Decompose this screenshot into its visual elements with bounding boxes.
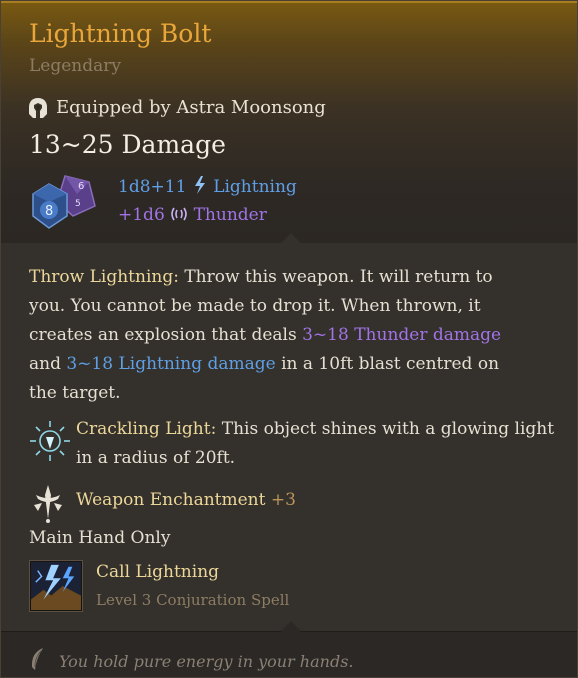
thunder-icon — [171, 207, 187, 221]
enchantment-value: +3 — [270, 490, 296, 510]
damage-roll-dice: +1d6 — [118, 205, 165, 225]
ability-text: in a 10ft blast centred on — [275, 354, 500, 374]
lightning-damage-text: 3~18 Lightning damage — [66, 354, 276, 374]
ability-text: creates an explosion that deals — [29, 325, 303, 345]
flavor-text: You hold pure energy in your hands. — [59, 652, 354, 671]
feather-icon — [31, 648, 43, 670]
property-description: Crackling Light: This object shines with… — [76, 415, 554, 473]
property-name: Crackling Light: — [76, 419, 217, 439]
ability-name: Throw Lightning: — [29, 267, 179, 287]
dice-icon: 6 5 8 — [32, 175, 96, 229]
lightning-icon — [194, 176, 205, 194]
crackling-light-icon — [30, 421, 70, 461]
damage-type-label: Thunder — [193, 205, 267, 225]
ability-text: the target. — [29, 383, 121, 403]
item-name: Lightning Bolt — [29, 19, 212, 48]
enchantment-label: Weapon Enchantment — [76, 490, 266, 510]
spell-level: Level 3 Conjuration Spell — [96, 591, 290, 609]
item-rarity: Legendary — [29, 56, 121, 76]
die-face-6: 6 — [78, 181, 84, 192]
helmet-icon — [29, 98, 47, 118]
die-face-5: 5 — [75, 199, 81, 209]
ability-text: Throw this weapon. It will return to — [178, 267, 493, 287]
thunder-damage-text: 3~18 Thunder damage — [302, 325, 502, 345]
enchantment-icon — [34, 485, 62, 523]
property-text: in a radius of 20ft. — [76, 448, 236, 468]
ability-text: you. You cannot be made to drop it. When… — [29, 296, 481, 316]
die-face-8: 8 — [45, 204, 53, 219]
slot-restriction: Main Hand Only — [29, 528, 171, 548]
item-tooltip: Lightning Bolt Legendary Equipped by Ast… — [0, 0, 578, 678]
property-text: This object shines with a glowing light — [216, 419, 555, 439]
weapon-enchantment: Weapon Enchantment +3 — [76, 490, 296, 510]
damage-roll-dice: 1d8+11 — [118, 177, 187, 197]
damage-type-label: Lightning — [213, 177, 297, 197]
damage-roll-thunder: +1d6 Thunder — [118, 205, 267, 225]
ability-description: Throw Lightning: Throw this weapon. It w… — [29, 263, 549, 408]
spell-name: Call Lightning — [96, 562, 220, 582]
call-lightning-icon[interactable] — [29, 560, 83, 612]
ability-text: and — [29, 354, 67, 374]
equipped-by-label: Equipped by Astra Moonsong — [56, 97, 326, 118]
damage-range: 13~25 Damage — [29, 130, 226, 159]
damage-roll-lightning: 1d8+11 Lightning — [118, 176, 297, 197]
